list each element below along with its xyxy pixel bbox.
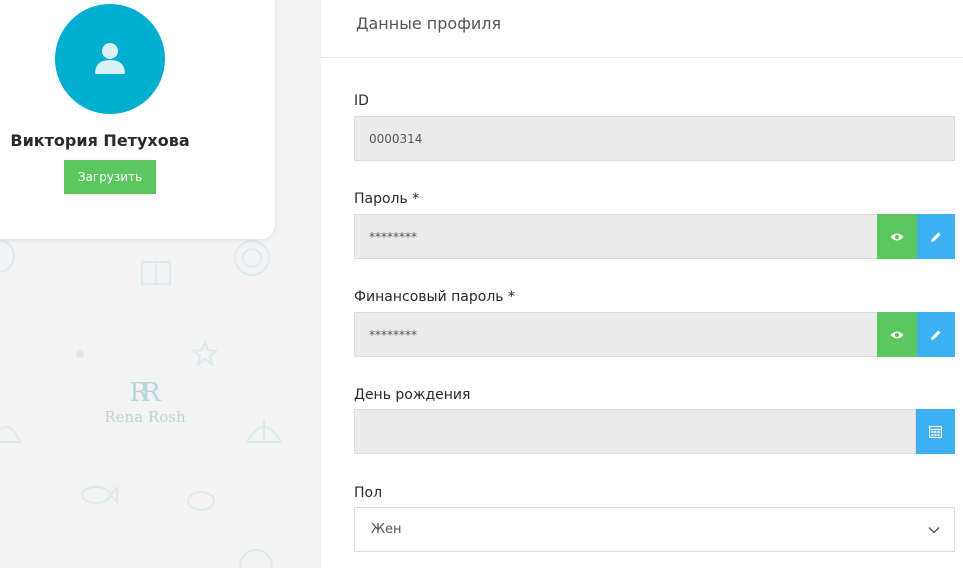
show-password-button[interactable] [877, 214, 917, 259]
pencil-icon [931, 231, 941, 242]
logo-mark: RR [129, 378, 160, 408]
gender-select-value: Жен [371, 522, 402, 537]
birthday-field[interactable] [354, 409, 916, 454]
finance-password-field[interactable] [354, 312, 878, 357]
edit-finance-password-button[interactable] [917, 312, 955, 357]
calendar-icon [929, 425, 942, 438]
birthday-label: День рождения [354, 387, 471, 403]
show-finance-password-button[interactable] [877, 312, 917, 357]
chevron-down-icon [928, 526, 940, 533]
panel-header: Данные профиля [321, 0, 963, 58]
id-label: ID [354, 93, 369, 109]
shell-decoration [0, 426, 22, 443]
shell-decoration [0, 239, 15, 273]
pencil-icon [931, 329, 941, 340]
dot-decoration [76, 350, 84, 358]
finance-password-label: Финансовый пароль * [354, 289, 515, 305]
crab-decoration [187, 491, 215, 511]
eye-icon [890, 331, 904, 338]
profile-card: Виктория Петухова Загрузить [0, 0, 275, 239]
gift-decoration [141, 261, 171, 285]
password-label: Пароль * [354, 191, 420, 207]
shell-decoration [234, 240, 270, 276]
id-field[interactable] [354, 116, 955, 161]
edit-password-button[interactable] [917, 214, 955, 259]
starfish-decoration [192, 340, 218, 366]
avatar[interactable] [55, 4, 165, 114]
shell-decoration [245, 420, 283, 443]
gender-select[interactable]: Жен [354, 507, 955, 552]
gender-label: Пол [354, 485, 383, 501]
shell-decoration [239, 549, 273, 568]
calendar-button[interactable] [916, 409, 955, 454]
fish-decoration [81, 485, 118, 505]
eye-icon [890, 233, 904, 240]
panel-title: Данные профиля [356, 14, 502, 33]
brand-logo: RR Rena Rosh [95, 380, 195, 426]
password-field[interactable] [354, 214, 878, 259]
user-icon [95, 43, 125, 74]
upload-button[interactable]: Загрузить [64, 160, 156, 194]
user-name: Виктория Петухова [10, 131, 190, 150]
profile-data-panel: Данные профиля ID Пароль * Финансовый па… [321, 0, 963, 568]
logo-text: Rena Rosh [104, 408, 186, 426]
